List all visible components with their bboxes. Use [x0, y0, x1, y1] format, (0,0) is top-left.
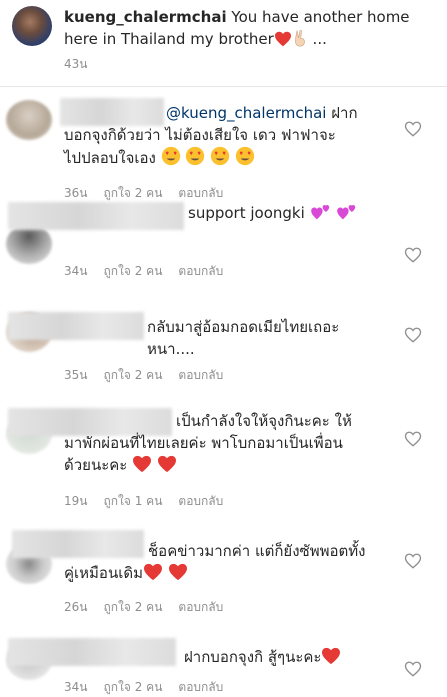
comment-meta: 34น ถูกใจ 2 คน ตอบกลับ	[64, 262, 239, 281]
heart-outline-icon[interactable]	[404, 120, 422, 138]
likes-count[interactable]: ถูกใจ 2 คน	[103, 598, 162, 617]
comment-time: 36น	[64, 186, 88, 200]
reply-button[interactable]: ตอบกลับ	[178, 184, 223, 203]
heart-outline-icon[interactable]	[404, 430, 422, 448]
comment-text-cont: บอกจุงกิด้วยว่า ไม่ต้องเสียใจ เดว ฟาฟาจะ…	[64, 126, 336, 167]
heart-outline-icon[interactable]	[404, 660, 422, 678]
comment-meta: 34น ถูกใจ 2 คน ตอบกลับ	[64, 678, 239, 697]
reply-button[interactable]: ตอบกลับ	[178, 678, 223, 697]
comment-text: @kueng_chalermchai ฝาก	[166, 104, 358, 122]
comment-text: เป็นกำลังใจให้จุงกินะคะ ให้ มาพักผ่อนที่…	[64, 412, 352, 474]
comment-time: 34น	[64, 264, 88, 278]
red-heart-emoji	[274, 31, 291, 47]
reply-button[interactable]: ตอบกลับ	[178, 262, 223, 281]
heart-outline-icon[interactable]	[404, 246, 422, 264]
comments-screen: kueng_chalermchai You have another home …	[0, 0, 447, 696]
likes-count[interactable]: ถูกใจ 2 คน	[103, 262, 162, 281]
red-heart-emoji	[157, 455, 176, 473]
username-redacted[interactable]	[8, 312, 144, 340]
reply-button[interactable]: ตอบกลับ	[178, 366, 223, 385]
comment-time: 35น	[64, 368, 88, 382]
comment-time: 19น	[64, 494, 88, 508]
reply-button[interactable]: ตอบกลับ	[178, 598, 223, 617]
username-redacted[interactable]	[8, 638, 176, 666]
heart-eyes-emoji	[161, 146, 180, 166]
caption-username[interactable]: kueng_chalermchai	[64, 8, 227, 26]
likes-count[interactable]: ถูกใจ 2 คน	[103, 678, 162, 697]
red-heart-emoji	[168, 563, 187, 581]
likes-count[interactable]: ถูกใจ 2 คน	[103, 366, 162, 385]
red-heart-emoji	[143, 563, 162, 581]
divider	[0, 86, 447, 87]
comment-text: กลับมาสู่อ้อมกอดเมียไทยเถอะ หนา....	[147, 318, 340, 358]
comment-item: support joongki 34น ถูกใจ 2 คน ตอบกลับ	[0, 202, 447, 298]
avatar[interactable]	[6, 100, 52, 140]
heart-eyes-emoji	[186, 146, 205, 166]
avatar[interactable]	[6, 224, 52, 264]
red-heart-emoji	[322, 647, 341, 665]
avatar[interactable]	[12, 6, 52, 46]
caption-text: kueng_chalermchai You have another home …	[64, 6, 434, 50]
reply-button[interactable]: ตอบกลับ	[178, 492, 223, 511]
heart-eyes-emoji	[211, 146, 230, 166]
two-hearts-emoji	[310, 205, 329, 220]
heart-outline-icon[interactable]	[404, 552, 422, 570]
red-heart-emoji	[133, 455, 152, 473]
comment-item: กลับมาสู่อ้อมกอดเมียไทยเถอะ หนา.... 35น ถ…	[0, 300, 447, 390]
likes-count[interactable]: ถูกใจ 2 คน	[103, 184, 162, 203]
comment-text: ช็อคข่าวมากค่า แต่ก็ยังซัพพอตทั้ง คู่เหม…	[64, 542, 366, 582]
mention-link[interactable]: @kueng_chalermchai	[166, 104, 326, 122]
heart-eyes-emoji	[235, 146, 255, 166]
caption-comment: kueng_chalermchai You have another home …	[0, 0, 447, 86]
comment-text: ฝากบอกจุงกิ สู้ๆนะคะ	[184, 646, 404, 668]
comment-time: 26น	[64, 600, 88, 614]
username-redacted[interactable]	[8, 202, 184, 230]
victory-hand-emoji	[294, 30, 305, 47]
heart-outline-icon[interactable]	[404, 326, 422, 344]
caption-more[interactable]: ...	[308, 30, 327, 48]
comment-meta: 26น ถูกใจ 2 คน ตอบกลับ	[64, 598, 239, 617]
comment-time: 34น	[64, 680, 88, 694]
two-hearts-emoji	[337, 205, 356, 220]
comment-item: ฝากบอกจุงกิ สู้ๆนะคะ 34น ถูกใจ 2 คน ตอบกลั…	[0, 636, 447, 696]
comment-item: @kueng_chalermchai ฝาก บอกจุงกิด้วยว่า ไ…	[0, 92, 447, 202]
likes-count[interactable]: ถูกใจ 1 คน	[103, 492, 162, 511]
comment-meta: 19น ถูกใจ 1 คน ตอบกลับ	[64, 492, 239, 511]
username-redacted[interactable]	[60, 98, 164, 126]
comment-meta: 36น ถูกใจ 2 คน ตอบกลับ	[64, 184, 239, 203]
comment-meta: 35น ถูกใจ 2 คน ตอบกลับ	[64, 366, 239, 385]
comment-item: เป็นกำลังใจให้จุงกินะคะ ให้ มาพักผ่อนที่…	[0, 400, 447, 510]
comment-text: support joongki	[188, 202, 408, 224]
caption-time: 43น	[64, 57, 88, 71]
comment-item: ช็อคข่าวมากค่า แต่ก็ยังซัพพอตทั้ง คู่เหม…	[0, 522, 447, 622]
